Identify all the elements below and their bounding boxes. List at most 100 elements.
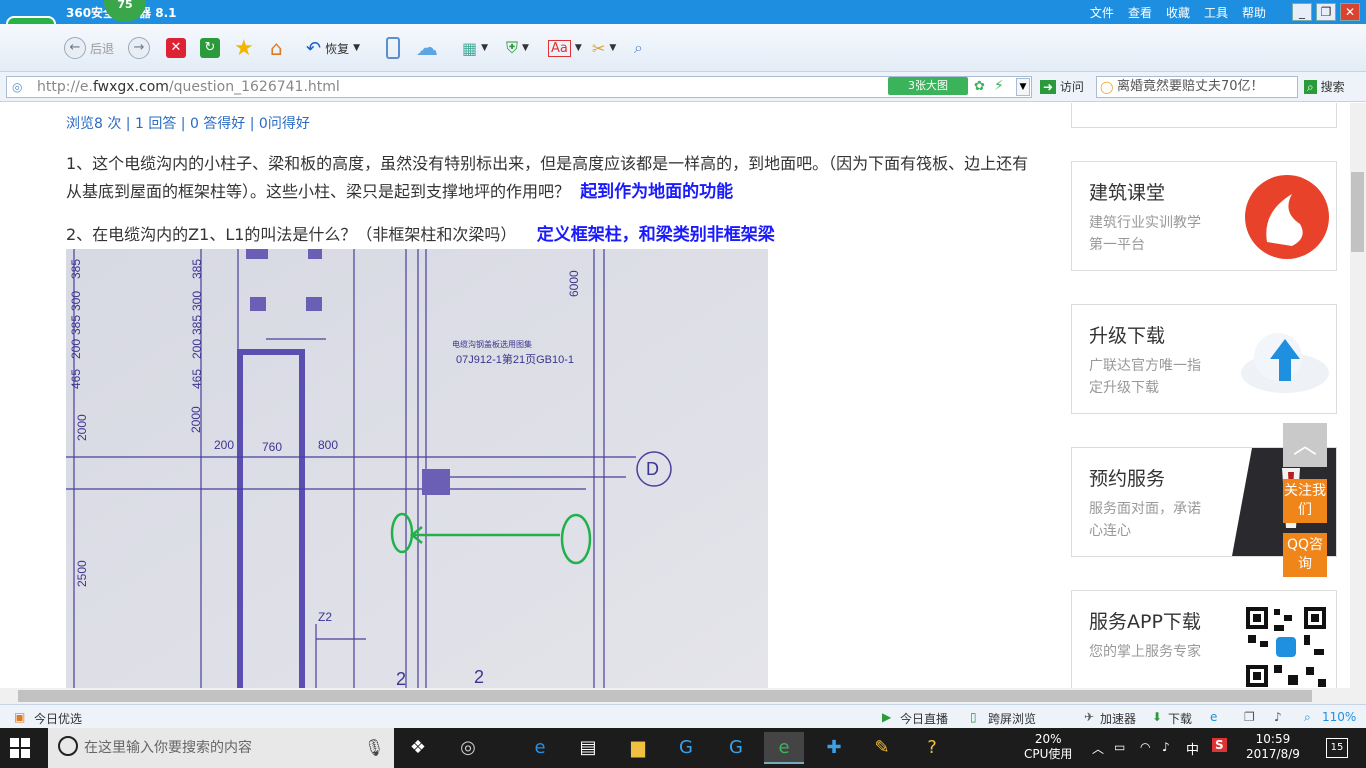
chevron-down-icon: ▼ xyxy=(353,43,361,53)
clock[interactable]: 10:59 2017/8/9 xyxy=(1246,732,1300,762)
url-dropdown-icon[interactable]: ▼ xyxy=(1016,78,1030,96)
undo-icon: ↶ xyxy=(306,37,322,59)
title-bar: 360安全浏览器 8.1 文件 查看 收藏 工具 帮助 _ ❐ ✕ xyxy=(0,0,1366,24)
apps-button[interactable]: ▦ ▼ xyxy=(462,36,488,60)
ime-indicator[interactable]: 中 xyxy=(1186,739,1199,758)
visit-button[interactable]: ➜ 访问 xyxy=(1040,78,1084,95)
dim-mid-2: 300 xyxy=(190,291,204,311)
taskbar-search-input[interactable]: 在这里输入你要搜索的内容 xyxy=(48,728,394,768)
zoom-search-button[interactable]: ⌕ xyxy=(634,36,643,60)
volume-icon[interactable]: ♪ xyxy=(1274,710,1282,724)
edge-icon[interactable]: e xyxy=(520,732,560,764)
dim-vertical-3: 2500 xyxy=(75,560,89,587)
question-1: 1、这个电缆沟内的小柱子、梁和板的高度，虽然没有特别标出来，但是高度应该都是一样… xyxy=(66,150,1036,206)
card-upgrade[interactable]: 升级下载 广联达官方唯一指定升级下载 xyxy=(1071,304,1337,414)
maximize-button[interactable]: ❐ xyxy=(1316,3,1336,21)
dim-left-3: 385 xyxy=(69,315,83,335)
windows-start-icon[interactable] xyxy=(10,738,30,758)
menu-tools[interactable]: 工具 xyxy=(1204,4,1228,21)
follow-us-button[interactable]: 关注我们 xyxy=(1283,479,1327,523)
app-plus-icon[interactable]: ✚ xyxy=(814,732,854,764)
question-2: 2、在电缆沟内的Z1、L1的叫法是什么？（非框架柱和次梁吗） 定义框架柱，和梁类… xyxy=(66,221,1036,249)
security-button[interactable]: ⛨ ▼ xyxy=(506,36,529,60)
status-live[interactable]: 今日直播 xyxy=(900,710,948,727)
refresh-button[interactable]: ↻ xyxy=(200,36,220,60)
phone-button[interactable] xyxy=(386,36,400,60)
card-title: 建筑课堂 xyxy=(1089,182,1166,204)
search-icon: ⌕ xyxy=(1304,80,1317,94)
vertical-scroll-thumb[interactable] xyxy=(1351,172,1364,252)
help-app-icon[interactable]: ? xyxy=(912,732,952,764)
chevron-down-icon: ▼ xyxy=(609,43,617,53)
horizontal-scroll-thumb[interactable] xyxy=(18,690,1312,702)
back-button[interactable]: ← 后退 xyxy=(64,36,114,60)
task-view-icon[interactable]: ❖ xyxy=(398,732,438,764)
menu-view[interactable]: 查看 xyxy=(1128,4,1152,21)
menu-help[interactable]: 帮助 xyxy=(1242,4,1266,21)
app-360-icon[interactable]: ◎ xyxy=(448,732,488,764)
cloud-icon: ☁ xyxy=(416,35,438,61)
search-engine-icon: ◯ xyxy=(1100,80,1114,94)
notes-icon[interactable]: ✎ xyxy=(862,732,902,764)
phone-icon xyxy=(386,37,400,59)
browser-360-taskbar-icon[interactable]: e xyxy=(764,732,804,764)
stop-button[interactable]: ✕ xyxy=(166,36,186,60)
notifications-icon[interactable]: 15 xyxy=(1326,738,1348,758)
blueprint-photo[interactable]: 385 300 385 200 465 385 300 385 200 465 … xyxy=(66,249,768,688)
cloud-button[interactable]: ☁ xyxy=(416,35,438,61)
forward-button[interactable]: → xyxy=(128,36,150,60)
translate-button[interactable]: Aa ▼ xyxy=(548,36,582,60)
status-cross-screen[interactable]: 跨屏浏览 xyxy=(988,710,1036,727)
big-picture-button[interactable]: 3张大图 xyxy=(888,77,968,95)
rocket-icon: ✈ xyxy=(1084,710,1095,724)
ie-icon[interactable]: e xyxy=(1210,710,1217,724)
url-input[interactable]: http://e.fwxgx.com/question_1626741.html xyxy=(6,76,1032,98)
battery-icon[interactable]: ▭ xyxy=(1114,740,1125,754)
window-controls: _ ❐ ✕ xyxy=(1292,3,1360,21)
clock-date: 2017/8/9 xyxy=(1246,747,1300,761)
url-prefix: http://e. xyxy=(37,79,93,95)
restore-button[interactable]: ↶ 恢复 ▼ xyxy=(306,36,360,60)
scissors-icon: ✂ xyxy=(592,38,606,58)
translate-icon: Aa xyxy=(548,39,571,57)
status-today-picks[interactable]: 今日优选 xyxy=(34,710,82,727)
status-zoom[interactable]: 110% xyxy=(1322,710,1356,724)
screenshot-button[interactable]: ✂ ▼ xyxy=(592,36,616,60)
file-explorer-icon[interactable]: ▆ xyxy=(618,732,658,764)
menu-favorites[interactable]: 收藏 xyxy=(1166,4,1190,21)
bottom-num-1: 2 xyxy=(396,669,406,688)
close-button[interactable]: ✕ xyxy=(1340,3,1360,21)
card-classroom[interactable]: 建筑课堂 建筑行业实训教学第一平台 xyxy=(1071,161,1337,271)
dim-left-5: 465 xyxy=(69,369,83,389)
cpu-monitor[interactable]: 20% CPU使用 xyxy=(1024,732,1072,762)
card-app-download[interactable]: 服务APP下载 您的掌上服务专家 xyxy=(1071,590,1337,688)
status-download[interactable]: 下载 xyxy=(1168,710,1192,727)
compat-mode-icon[interactable]: ✿ xyxy=(974,79,985,94)
chevron-down-icon: ▼ xyxy=(522,43,529,53)
dim-left-4: 200 xyxy=(69,339,83,359)
minimize-button[interactable]: _ xyxy=(1292,3,1312,21)
tray-expand-icon[interactable]: ︿ xyxy=(1092,740,1104,757)
app-g2-icon[interactable]: G xyxy=(716,732,756,764)
store-icon[interactable]: ▤ xyxy=(568,732,608,764)
card-title: 预约服务 xyxy=(1089,468,1166,490)
card-title: 服务APP下载 xyxy=(1089,611,1201,633)
qq-consult-button[interactable]: QQ咨询 xyxy=(1283,533,1327,577)
bottom-num-2: 2 xyxy=(474,667,484,687)
home-button[interactable]: ⌂ xyxy=(270,36,283,60)
microphone-icon[interactable]: 🎙 xyxy=(364,738,384,757)
search-button[interactable]: ⌕ 搜索 xyxy=(1304,78,1345,95)
search-input[interactable]: 离婚竟然要赔丈夫70亿！ xyxy=(1096,76,1298,98)
back-to-top-button[interactable]: ︿ xyxy=(1283,423,1327,467)
status-accelerator[interactable]: 加速器 xyxy=(1100,710,1136,727)
speaker-icon[interactable]: ♪ xyxy=(1162,740,1170,754)
window-icon[interactable]: ❐ xyxy=(1244,710,1255,724)
speed-mode-icon[interactable]: ⚡ xyxy=(994,78,1004,94)
wifi-icon[interactable]: ◠ xyxy=(1140,740,1150,754)
url-path: /question_1626741.html xyxy=(168,79,340,95)
favorite-button[interactable]: ★ xyxy=(234,36,254,61)
sogou-icon[interactable]: S xyxy=(1212,738,1227,752)
app-g1-icon[interactable]: G xyxy=(666,732,706,764)
menu-file[interactable]: 文件 xyxy=(1090,4,1114,21)
question-stats[interactable]: 浏览8 次 | 1 回答 | 0 答得好 | 0问得好 xyxy=(66,113,310,133)
